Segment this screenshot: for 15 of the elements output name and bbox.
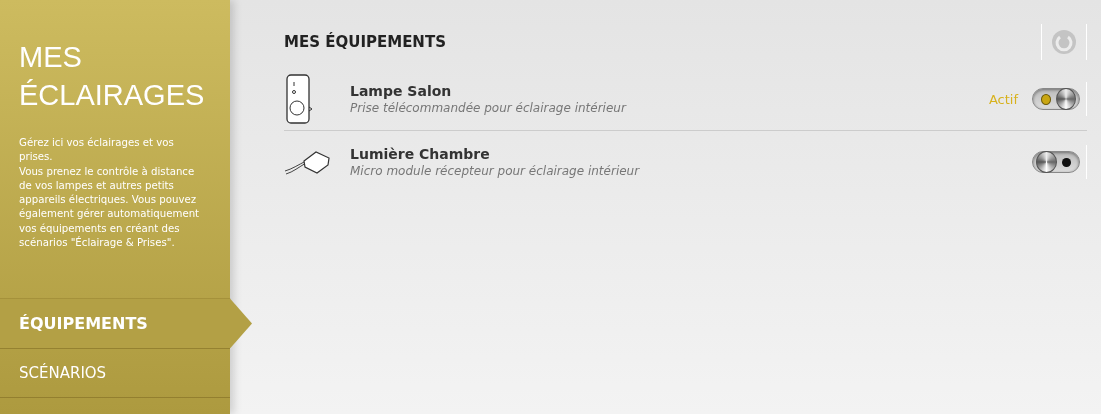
section-title: MES ÉQUIPEMENTS [284,33,446,51]
device-name: Lampe Salon [350,83,453,99]
description-text: Gérez ici vos éclairages et vos prises. [19,136,175,165]
device-description: Micro module récepteur pour éclairage intérieur [350,164,641,178]
status-label: Actif [988,91,1018,107]
device-name: Lumière Chambre [350,146,491,162]
nav-item[interactable]: ÉQUIPEMENTS [0,298,252,349]
plug-icon [284,73,314,125]
device-description: Prise télécommandée pour éclairage intérieur [350,101,628,115]
toggle-switch[interactable] [1032,88,1080,110]
description-text: Vous prenez le contrôle à distance de vos lampes et autres petits appareils électriques. Vous pouvez également gérer automatiquement vos équipements en créant des scénarios "Éclairage & Prises". [19,164,201,251]
refresh-icon [1051,29,1077,55]
page-title: MES ÉCLAIRAGES [19,40,205,113]
nav-item[interactable]: SCÉNARIOS [0,348,230,399]
toggle-switch[interactable] [1032,151,1080,173]
